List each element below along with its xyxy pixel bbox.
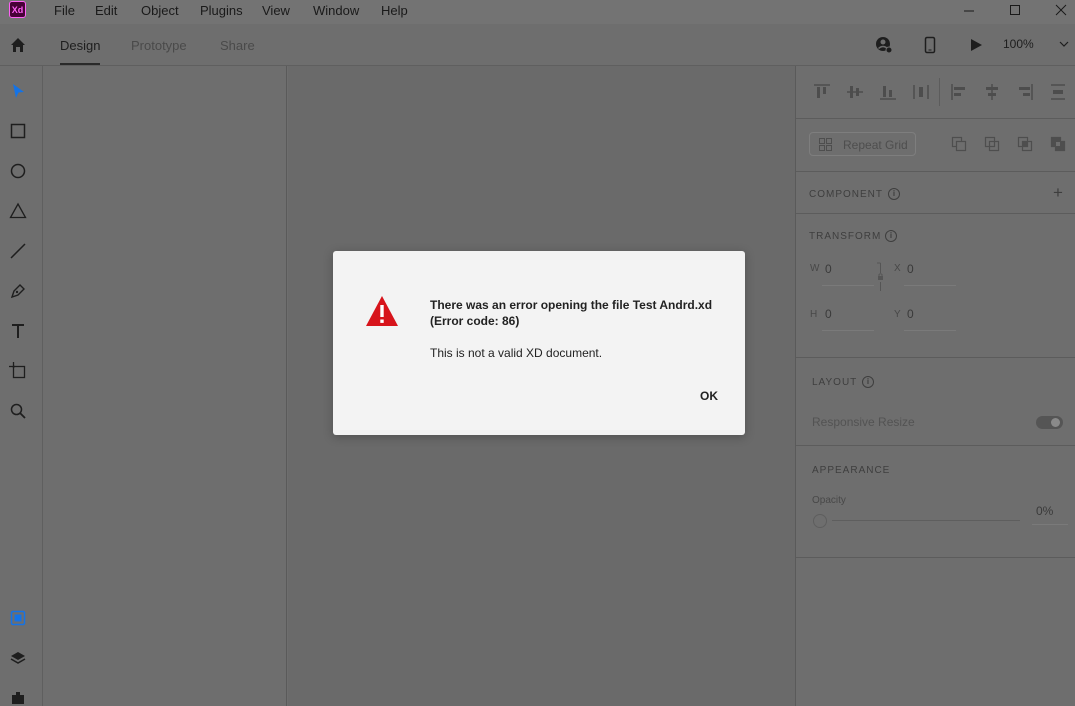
property-inspector: Repeat Grid COMPONENT i + TRANSFORM i W … xyxy=(795,66,1075,706)
zoom-select[interactable]: 100% xyxy=(997,32,1073,58)
tool-rail xyxy=(0,66,43,706)
component-section-title: COMPONENT xyxy=(809,189,883,200)
ok-button[interactable]: OK xyxy=(691,386,727,406)
menu-file[interactable]: File xyxy=(54,3,75,18)
home-icon[interactable] xyxy=(9,36,27,54)
divider xyxy=(796,357,1075,358)
add-component-button[interactable]: + xyxy=(1053,183,1063,203)
text-tool-icon[interactable] xyxy=(9,322,27,340)
layout-section-title: LAYOUT xyxy=(812,377,858,388)
play-preview-icon[interactable] xyxy=(967,36,985,54)
tab-share[interactable]: Share xyxy=(220,38,255,53)
boolean-add-icon[interactable] xyxy=(951,136,967,152)
boolean-intersect-icon[interactable] xyxy=(1017,136,1033,152)
align-bottom-icon[interactable] xyxy=(879,83,897,101)
artboard-tool-icon[interactable] xyxy=(9,362,27,380)
align-divider xyxy=(939,78,940,106)
tab-design[interactable]: Design xyxy=(60,38,100,53)
divider xyxy=(796,557,1075,558)
line-tool-icon[interactable] xyxy=(9,242,27,260)
chevron-down-icon xyxy=(1059,40,1069,48)
responsive-resize-label: Responsive Resize xyxy=(812,415,915,429)
polygon-tool-icon[interactable] xyxy=(9,202,27,220)
divider xyxy=(796,171,1075,172)
width-underline xyxy=(822,285,874,286)
plugins-panel-icon[interactable] xyxy=(9,688,27,706)
x-underline xyxy=(904,285,956,286)
lock-aspect-icon[interactable] xyxy=(876,262,885,292)
maximize-icon[interactable] xyxy=(1005,2,1025,20)
width-label: W xyxy=(810,263,820,274)
top-toolbar: Design Prototype Share xyxy=(0,24,1075,66)
active-tab-indicator xyxy=(60,63,100,65)
layout-info-icon[interactable]: i xyxy=(862,376,874,388)
rectangle-tool-icon[interactable] xyxy=(9,122,27,140)
error-dialog: There was an error opening the file Test… xyxy=(333,251,745,435)
menu-edit[interactable]: Edit xyxy=(95,3,117,18)
distribute-horizontal-icon[interactable] xyxy=(1049,83,1067,101)
y-label: Y xyxy=(894,309,901,320)
divider xyxy=(796,118,1075,119)
minimize-icon[interactable] xyxy=(959,2,979,20)
width-input[interactable]: 0 xyxy=(825,262,832,276)
appearance-section-title: APPEARANCE xyxy=(812,465,891,476)
dialog-message: This is not a valid XD document. xyxy=(430,346,603,360)
repeat-grid-label: Repeat Grid xyxy=(843,138,908,152)
boolean-subtract-icon[interactable] xyxy=(984,136,1000,152)
tab-prototype[interactable]: Prototype xyxy=(131,38,187,53)
assets-panel-icon[interactable] xyxy=(9,609,27,627)
menu-view[interactable]: View xyxy=(262,3,290,18)
distribute-vertical-icon[interactable] xyxy=(912,83,930,101)
opacity-slider-track[interactable] xyxy=(832,520,1020,521)
pen-tool-icon[interactable] xyxy=(9,282,27,300)
warning-icon xyxy=(365,295,399,327)
align-top-icon[interactable] xyxy=(813,83,831,101)
align-center-icon[interactable] xyxy=(983,83,1001,101)
select-tool-icon[interactable] xyxy=(9,82,27,100)
menu-plugins[interactable]: Plugins xyxy=(200,3,243,18)
component-info-icon[interactable]: i xyxy=(888,188,900,200)
mobile-preview-icon[interactable] xyxy=(921,36,939,54)
boolean-exclude-icon[interactable] xyxy=(1050,136,1066,152)
dialog-title: There was an error opening the file Test… xyxy=(430,298,713,328)
menu-object[interactable]: Object xyxy=(141,3,179,18)
xd-logo-icon: Xd xyxy=(9,1,26,18)
divider xyxy=(796,445,1075,446)
opacity-input[interactable]: 0% xyxy=(1036,504,1053,518)
grid-icon xyxy=(819,138,832,151)
menu-window[interactable]: Window xyxy=(313,3,359,18)
close-icon[interactable] xyxy=(1051,2,1071,20)
ellipse-tool-icon[interactable] xyxy=(9,162,27,180)
transform-section-title: TRANSFORM xyxy=(809,231,882,242)
layers-panel xyxy=(44,66,287,706)
transform-info-icon[interactable]: i xyxy=(885,230,897,242)
repeat-grid-button[interactable]: Repeat Grid xyxy=(809,132,916,156)
align-right-icon[interactable] xyxy=(1016,83,1034,101)
divider xyxy=(796,213,1075,214)
opacity-underline xyxy=(1032,524,1068,525)
layers-panel-icon[interactable] xyxy=(9,649,27,667)
x-input[interactable]: 0 xyxy=(907,262,914,276)
x-label: X xyxy=(894,263,901,274)
opacity-label: Opacity xyxy=(812,495,846,506)
share-user-icon[interactable] xyxy=(875,36,893,54)
height-label: H xyxy=(810,309,818,320)
y-underline xyxy=(904,330,956,331)
zoom-value: 100% xyxy=(1003,37,1034,51)
y-input[interactable]: 0 xyxy=(907,307,914,321)
menu-bar: Xd File Edit Object Plugins View Window … xyxy=(0,0,1075,24)
align-middle-icon[interactable] xyxy=(846,83,864,101)
responsive-resize-toggle[interactable] xyxy=(1036,416,1063,429)
height-underline xyxy=(822,330,874,331)
height-input[interactable]: 0 xyxy=(825,307,832,321)
menu-help[interactable]: Help xyxy=(381,3,408,18)
align-left-icon[interactable] xyxy=(950,83,968,101)
zoom-tool-icon[interactable] xyxy=(9,402,27,420)
opacity-slider-thumb[interactable] xyxy=(813,514,827,528)
